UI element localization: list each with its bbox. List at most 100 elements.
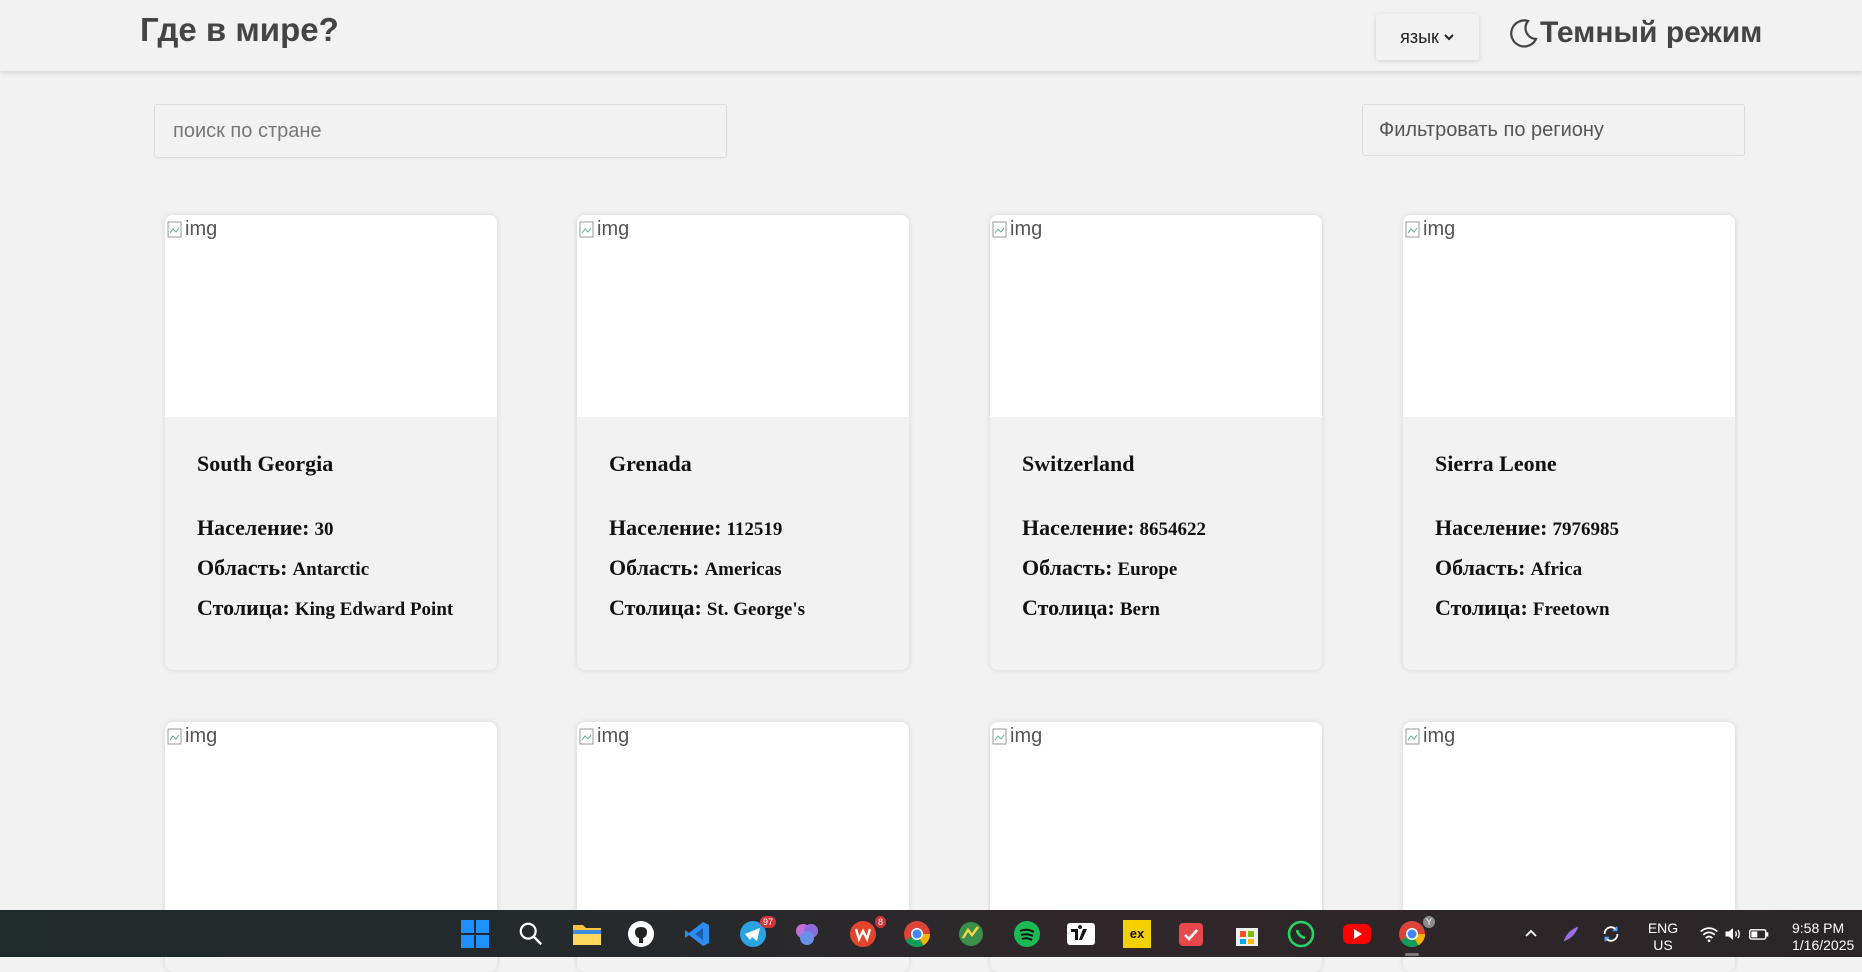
input-language-primary: ENG	[1647, 920, 1679, 936]
exness-icon[interactable]: ex	[1120, 918, 1154, 950]
region-value: Antarctic	[292, 559, 370, 580]
country-flag: img	[577, 215, 909, 417]
whatsapp-icon[interactable]	[1284, 918, 1318, 950]
broken-image: img	[992, 218, 1042, 241]
youtube-icon[interactable]	[1340, 918, 1374, 950]
img-alt-text: img	[185, 725, 218, 747]
country-card[interactable]: img South Georgia Население: 30 Область:…	[165, 215, 497, 670]
broken-image-icon	[992, 221, 1007, 237]
capital-value: King Edward Point	[294, 599, 454, 620]
broken-image-icon	[992, 728, 1007, 744]
language-label: язык	[1400, 26, 1439, 47]
broken-image: img	[1405, 218, 1455, 241]
telegram-badge: 97	[759, 916, 776, 928]
broken-image: img	[579, 218, 629, 241]
img-alt-text: img	[597, 218, 630, 240]
population-label: Население:	[609, 515, 722, 540]
battery-icon[interactable]	[1742, 918, 1776, 950]
header: Где в мире? язык Темный режим	[0, 0, 1862, 71]
region-label: Область:	[1022, 555, 1113, 580]
country-flag: img	[577, 722, 909, 924]
telegram-icon[interactable]: 97	[736, 916, 776, 950]
population-label: Население:	[1022, 515, 1135, 540]
capital-value: Bern	[1119, 599, 1160, 620]
broken-image-icon	[167, 728, 182, 744]
app-title: Где в мире?	[140, 11, 339, 48]
country-flag: img	[1403, 215, 1735, 417]
search-icon[interactable]	[514, 918, 548, 950]
broken-image: img	[1405, 725, 1455, 748]
region-filter-label: Фильтровать по региону	[1379, 118, 1604, 141]
calendar-app-icon[interactable]	[1174, 918, 1208, 950]
windows-start-icon[interactable]	[458, 918, 492, 950]
capital-value: Freetown	[1532, 599, 1610, 620]
broken-image-icon	[167, 221, 182, 237]
country-flag: img	[990, 722, 1322, 924]
population-value: 7976985	[1552, 519, 1619, 540]
chrome-icon[interactable]	[900, 918, 934, 950]
capital-label: Столица:	[1435, 595, 1528, 620]
broken-image: img	[992, 725, 1042, 748]
input-language-secondary: US	[1653, 937, 1673, 953]
broken-image-icon	[1405, 728, 1420, 744]
metatrader-icon[interactable]	[954, 918, 988, 950]
country-name: Grenada	[609, 451, 692, 476]
clock[interactable]: 9:58 PM 1/16/2025	[1792, 920, 1862, 954]
country-flag: img	[165, 215, 497, 417]
search-input[interactable]	[171, 118, 710, 144]
country-card[interactable]: img Grenada Население: 112519 Область: A…	[577, 215, 909, 670]
moon-icon	[1510, 19, 1538, 48]
country-name: Switzerland	[1022, 451, 1135, 476]
capital-label: Столица:	[197, 595, 290, 620]
wps-badge: 8	[874, 916, 886, 928]
brain-app-icon[interactable]	[790, 918, 824, 950]
region-label: Область:	[1435, 555, 1526, 580]
tradingview-icon[interactable]	[1064, 918, 1098, 950]
wps-office-icon[interactable]: 8	[846, 916, 886, 950]
file-explorer-icon[interactable]	[570, 918, 604, 950]
svg-text:ex: ex	[1130, 926, 1145, 941]
population-value: 112519	[726, 519, 783, 540]
region-label: Область:	[609, 555, 700, 580]
country-flag: img	[165, 722, 497, 924]
sync-icon[interactable]	[1594, 918, 1628, 950]
chevron-down-icon	[1444, 34, 1454, 41]
microsoft-store-icon[interactable]	[1230, 918, 1264, 950]
region-filter[interactable]: Фильтровать по региону	[1362, 104, 1745, 156]
broken-image: img	[167, 218, 217, 241]
country-name: South Georgia	[197, 451, 334, 476]
broken-image: img	[167, 725, 217, 748]
github-icon[interactable]	[624, 918, 658, 950]
capital-value: St. George's	[706, 599, 806, 620]
language-dropdown[interactable]: язык	[1376, 14, 1479, 60]
broken-image: img	[579, 725, 629, 748]
region-value: Americas	[704, 559, 782, 580]
broken-image-icon	[579, 728, 594, 744]
search-box[interactable]	[154, 104, 727, 158]
capital-label: Столица:	[609, 595, 702, 620]
clock-date: 1/16/2025	[1792, 937, 1855, 953]
country-card[interactable]: img Switzerland Население: 8654622 Облас…	[990, 215, 1322, 670]
feather-icon[interactable]	[1554, 918, 1588, 950]
region-value: Africa	[1530, 559, 1583, 580]
img-alt-text: img	[1423, 218, 1456, 240]
img-alt-text: img	[185, 218, 218, 240]
country-flag: img	[990, 215, 1322, 417]
dark-mode-toggle[interactable]: Темный режим	[1508, 13, 1762, 53]
capital-label: Столица:	[1022, 595, 1115, 620]
img-alt-text: img	[1423, 725, 1456, 747]
country-card[interactable]: img Sierra Leone Население: 7976985 Обла…	[1403, 215, 1735, 670]
vscode-icon[interactable]	[680, 918, 714, 950]
region-label: Область:	[197, 555, 288, 580]
input-language[interactable]: ENG US	[1640, 920, 1686, 954]
population-value: 30	[314, 519, 334, 540]
chrome-profile-icon[interactable]: Y	[1395, 916, 1435, 956]
show-hidden-icons-icon[interactable]	[1514, 918, 1548, 950]
img-alt-text: img	[1010, 725, 1043, 747]
spotify-icon[interactable]	[1010, 918, 1044, 950]
chrome-profile-badge: Y	[1422, 916, 1435, 928]
img-alt-text: img	[1010, 218, 1043, 240]
country-flag: img	[1403, 722, 1735, 924]
country-name: Sierra Leone	[1435, 451, 1557, 476]
population-label: Население:	[1435, 515, 1548, 540]
